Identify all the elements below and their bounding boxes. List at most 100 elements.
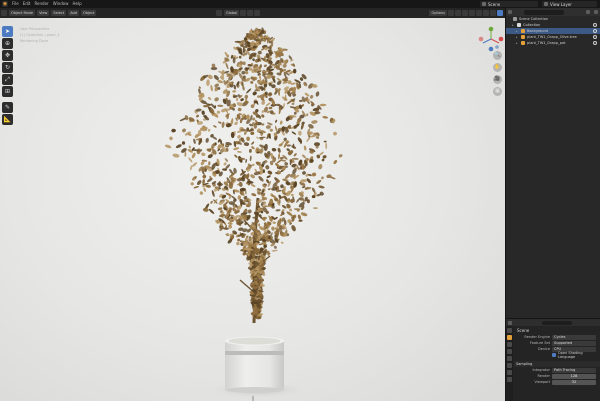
solid-shading-icon[interactable] bbox=[483, 10, 489, 16]
menu-add[interactable]: Add bbox=[68, 10, 79, 16]
leaf bbox=[244, 94, 249, 99]
material-shading-icon[interactable] bbox=[490, 10, 496, 16]
xray-icon[interactable] bbox=[469, 10, 475, 16]
expand-arrow-icon[interactable]: ▸ bbox=[512, 23, 515, 27]
measure-icon[interactable]: 📐 bbox=[2, 114, 13, 125]
new-collection-icon[interactable] bbox=[594, 10, 598, 14]
leaf bbox=[205, 138, 209, 143]
visibility-eye-icon[interactable] bbox=[593, 23, 597, 27]
proportional-edit-icon[interactable] bbox=[254, 10, 261, 16]
leaf bbox=[237, 107, 242, 112]
transform-icon[interactable]: ⊞ bbox=[2, 86, 13, 97]
annotate-icon[interactable]: ✎ bbox=[2, 102, 13, 113]
world-tab-icon[interactable] bbox=[507, 363, 512, 368]
leaf bbox=[309, 111, 316, 116]
leaf bbox=[257, 50, 262, 55]
menu-select[interactable]: Select bbox=[51, 10, 67, 16]
visibility-eye-icon[interactable] bbox=[593, 35, 597, 39]
leaf bbox=[251, 193, 257, 197]
options-dropdown[interactable]: Options bbox=[429, 10, 447, 16]
leaf bbox=[290, 193, 294, 196]
feature-set-dropdown[interactable]: Supported bbox=[552, 340, 596, 346]
view-layer-tab-icon[interactable] bbox=[507, 349, 512, 354]
leaf bbox=[291, 225, 296, 232]
pan-hand-icon[interactable]: ✋ bbox=[493, 63, 502, 72]
output-tab-icon[interactable] bbox=[507, 342, 512, 347]
cursor-select-icon[interactable]: ➤ bbox=[2, 26, 13, 37]
menu-edit[interactable]: Edit bbox=[23, 0, 31, 8]
leaf bbox=[244, 131, 247, 135]
properties-search-input[interactable] bbox=[542, 320, 572, 325]
3d-cursor-icon[interactable]: ⊕ bbox=[2, 38, 13, 49]
leaf bbox=[249, 155, 252, 162]
rendered-shading-icon[interactable] bbox=[497, 10, 503, 16]
leaf bbox=[202, 174, 207, 179]
leaf bbox=[321, 176, 324, 180]
menu-help[interactable]: Help bbox=[72, 0, 81, 8]
scene-selector[interactable]: Scene bbox=[480, 1, 538, 7]
pivot-icon[interactable] bbox=[240, 10, 247, 16]
leaf bbox=[199, 191, 204, 195]
snap-icon[interactable] bbox=[247, 10, 254, 16]
leaf bbox=[291, 131, 297, 135]
blender-logo-icon[interactable]: ◉ bbox=[2, 1, 8, 7]
modifier-tab-icon[interactable] bbox=[507, 377, 512, 382]
render-tab-icon[interactable] bbox=[507, 335, 512, 340]
shading-controls: Options bbox=[427, 10, 503, 16]
outliner-search-input[interactable] bbox=[524, 9, 564, 15]
leaf bbox=[321, 158, 325, 162]
3d-viewport[interactable]: User Perspective (1) Collection | plant_… bbox=[0, 18, 505, 401]
leaf bbox=[303, 81, 308, 87]
leaf bbox=[282, 63, 287, 68]
viewport-samples-field[interactable]: 32 bbox=[552, 379, 596, 385]
properties-section-title: Scene bbox=[517, 328, 530, 333]
zoom-icon[interactable]: 🔍 bbox=[493, 51, 502, 60]
menu-render[interactable]: Render bbox=[34, 0, 48, 8]
integrator-dropdown[interactable]: Path Tracing bbox=[552, 367, 596, 373]
properties-editor-icon[interactable] bbox=[508, 320, 512, 325]
view-layer-selector[interactable]: View Layer bbox=[542, 1, 597, 7]
leaf bbox=[221, 69, 225, 76]
wireframe-shading-icon[interactable] bbox=[476, 10, 482, 16]
render-engine-dropdown[interactable]: Cycles bbox=[552, 334, 596, 340]
scale-icon[interactable]: ⤢ bbox=[2, 74, 13, 85]
outliner-editor-icon[interactable] bbox=[508, 10, 512, 14]
visibility-eye-icon[interactable] bbox=[593, 41, 597, 45]
expand-arrow-icon[interactable]: ▸ bbox=[516, 29, 519, 33]
leaf bbox=[292, 143, 295, 148]
scene-tab-icon[interactable] bbox=[507, 356, 512, 361]
filter-icon[interactable] bbox=[586, 10, 590, 14]
transform-orientation-dropdown[interactable]: Global bbox=[224, 10, 240, 16]
rotate-icon[interactable]: ↻ bbox=[2, 62, 13, 73]
leaf bbox=[246, 88, 252, 94]
menu-object[interactable]: Object bbox=[80, 10, 97, 16]
outliner-row[interactable]: ▸ plant_TW1_Grapp_pot bbox=[506, 40, 600, 46]
leaf bbox=[313, 207, 318, 210]
visibility-icon[interactable] bbox=[448, 10, 454, 16]
ortho-grid-icon[interactable]: ▦ bbox=[493, 87, 502, 96]
expand-arrow-icon[interactable]: ▸ bbox=[516, 35, 519, 39]
transform-orientation-icon[interactable] bbox=[216, 10, 222, 16]
object-tab-icon[interactable] bbox=[507, 370, 512, 375]
render-samples-field[interactable]: 128 bbox=[552, 373, 596, 379]
gizmo-icon[interactable] bbox=[455, 10, 461, 16]
camera-view-icon[interactable]: 🎥 bbox=[493, 75, 502, 84]
move-icon[interactable]: ✥ bbox=[2, 50, 13, 61]
editor-type-icon[interactable] bbox=[1, 10, 7, 16]
axis-gizmo-icon[interactable] bbox=[477, 25, 505, 53]
visibility-eye-icon[interactable] bbox=[593, 29, 597, 33]
leaf bbox=[207, 128, 211, 132]
osl-checkbox[interactable] bbox=[552, 353, 556, 357]
leaf bbox=[202, 207, 209, 212]
navigation-gizmo[interactable] bbox=[477, 25, 505, 53]
leaf bbox=[333, 131, 337, 136]
overlay-icon[interactable] bbox=[462, 10, 468, 16]
tool-tab-icon[interactable] bbox=[507, 328, 512, 333]
menu-view[interactable]: View bbox=[37, 10, 50, 16]
expand-arrow-icon[interactable]: ▸ bbox=[516, 41, 519, 45]
object-mode-dropdown[interactable]: Object Mode bbox=[9, 10, 36, 16]
menu-window[interactable]: Window bbox=[53, 0, 69, 8]
leaf bbox=[311, 172, 317, 177]
leaf bbox=[274, 125, 278, 132]
menu-file[interactable]: File bbox=[12, 0, 19, 8]
